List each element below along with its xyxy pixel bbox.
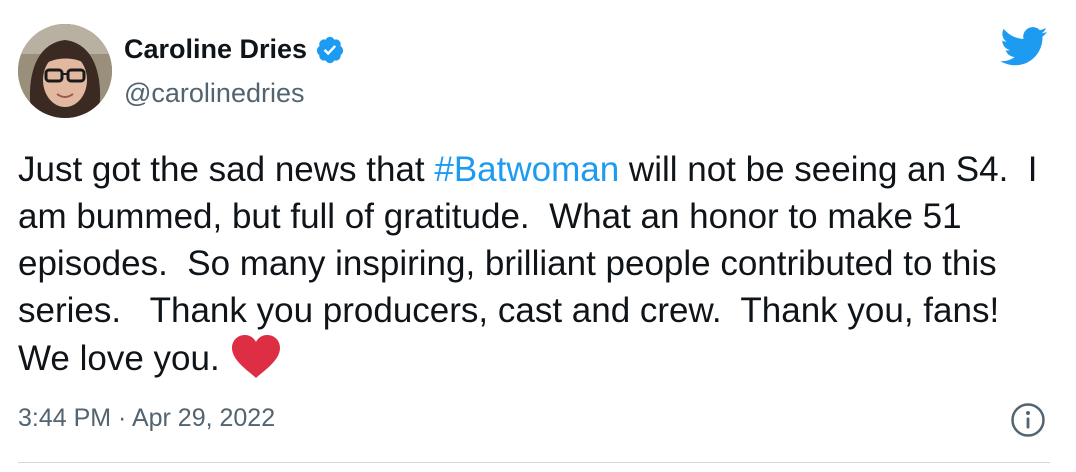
tweet-timestamp[interactable]: 3:44 PM · Apr 29, 2022 [18,404,275,433]
avatar[interactable] [18,24,112,118]
red-heart-icon [230,334,282,380]
info-icon[interactable] [1010,402,1046,438]
tweet-text: Just got the sad news that #Batwoman wil… [18,146,1058,382]
tweet-card: Caroline Dries @carolinedries Just got t… [0,0,1076,472]
verified-badge-icon [315,35,345,65]
author-name-text[interactable]: Caroline Dries [124,34,307,65]
hashtag-link[interactable]: #Batwoman [434,150,619,189]
author-handle[interactable]: @carolinedries [124,78,304,109]
author-name[interactable]: Caroline Dries [124,34,345,65]
twitter-bird-icon[interactable] [1000,26,1048,68]
divider [18,462,1050,463]
tweet-text-part-1: Just got the sad news that [18,150,435,189]
